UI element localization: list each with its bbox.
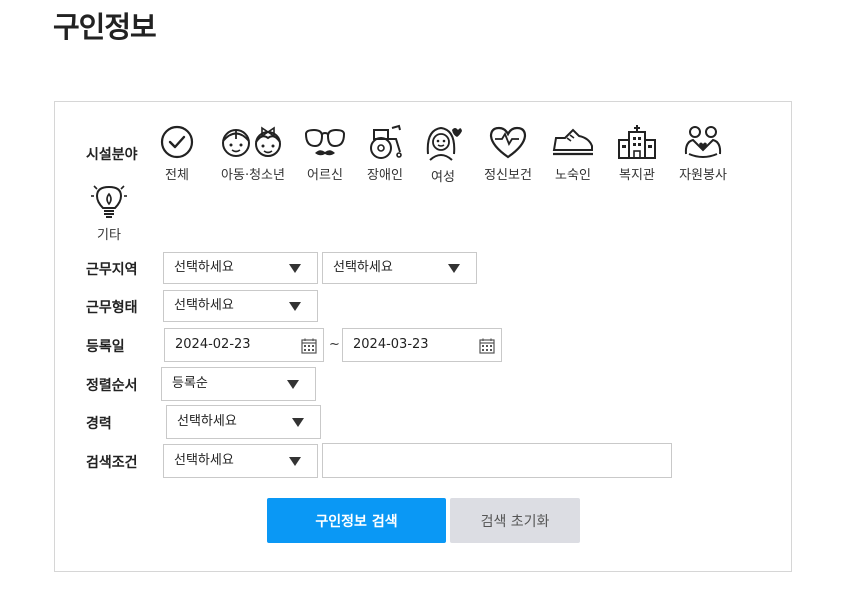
date-start-input[interactable]: 2024-02-23 [164,328,324,362]
category-elder[interactable]: 어르신 [293,124,357,183]
dropdown-arrow-icon [289,302,301,311]
category-all[interactable]: 전체 [145,124,209,183]
volunteer-hands-icon [684,126,722,158]
career-select[interactable]: 선택하세요 [166,405,321,439]
dropdown-arrow-icon [289,457,301,466]
search-panel: 시설분야 전체 아동·청소년 어르신 장애인 여성 정신보건 노숙인 복지관 자… [54,101,792,572]
category-label: 정신보건 [484,168,532,183]
date-value: 2024-03-23 [353,337,429,352]
reset-button[interactable]: 검색 초기화 [450,498,580,543]
category-label: 노숙인 [555,168,591,183]
search-condition-select[interactable]: 선택하세요 [163,444,318,478]
worktype-select[interactable]: 선택하세요 [163,290,318,322]
calendar-icon[interactable] [301,338,317,354]
facility-label: 시설분야 [86,147,138,163]
region-select-province[interactable]: 선택하세요 [163,252,318,284]
worktype-label: 근무형태 [86,300,138,316]
select-value: 선택하세요 [174,260,234,275]
calendar-icon[interactable] [479,338,495,354]
sort-select[interactable]: 등록순 [161,367,316,401]
wheelchair-icon [370,124,402,159]
category-women[interactable]: 여성 [411,124,475,185]
dropdown-arrow-icon [287,380,299,389]
category-homeless[interactable]: 노숙인 [541,124,605,183]
career-label: 경력 [86,416,112,432]
region-select-city[interactable]: 선택하세요 [322,252,477,284]
search-button[interactable]: 구인정보 검색 [267,498,446,543]
dropdown-arrow-icon [292,418,304,427]
category-label: 복지관 [619,168,655,183]
category-children[interactable]: 아동·청소년 [217,124,289,183]
check-circle-icon [160,125,194,159]
category-disabled[interactable]: 장애인 [353,124,417,183]
select-value: 선택하세요 [177,414,237,429]
date-value: 2024-02-23 [175,337,251,352]
select-value: 등록순 [172,376,208,391]
lightbulb-icon [91,185,127,218]
page-title: 구인정보 [53,10,157,44]
category-etc[interactable]: 기타 [77,182,141,243]
select-value: 선택하세요 [174,453,234,468]
region-label: 근무지역 [86,262,138,278]
search-keyword-input[interactable] [322,443,672,478]
dropdown-arrow-icon [448,264,460,273]
heart-icon [489,126,527,159]
category-label: 전체 [165,168,189,183]
shoe-icon [552,128,593,156]
dropdown-arrow-icon [289,264,301,273]
date-end-input[interactable]: 2024-03-23 [342,328,502,362]
date-label: 등록일 [86,339,125,355]
select-value: 선택하세요 [174,298,234,313]
elder-glasses-icon [304,128,346,156]
select-value: 선택하세요 [333,260,393,275]
woman-icon [426,126,462,161]
category-welfare-center[interactable]: 복지관 [605,124,669,183]
children-icon [222,126,281,157]
building-icon [618,125,656,159]
category-volunteer[interactable]: 자원봉사 [671,124,735,183]
category-label: 장애인 [367,168,403,183]
category-label: 아동·청소년 [221,168,285,183]
category-label: 자원봉사 [679,168,727,183]
category-label: 여성 [431,170,455,185]
date-separator: ~ [329,337,340,352]
category-mental-health[interactable]: 정신보건 [473,124,543,183]
category-label: 기타 [97,228,121,243]
category-label: 어르신 [307,168,343,183]
sort-label: 정렬순서 [86,378,138,394]
search-condition-label: 검색조건 [86,455,138,471]
